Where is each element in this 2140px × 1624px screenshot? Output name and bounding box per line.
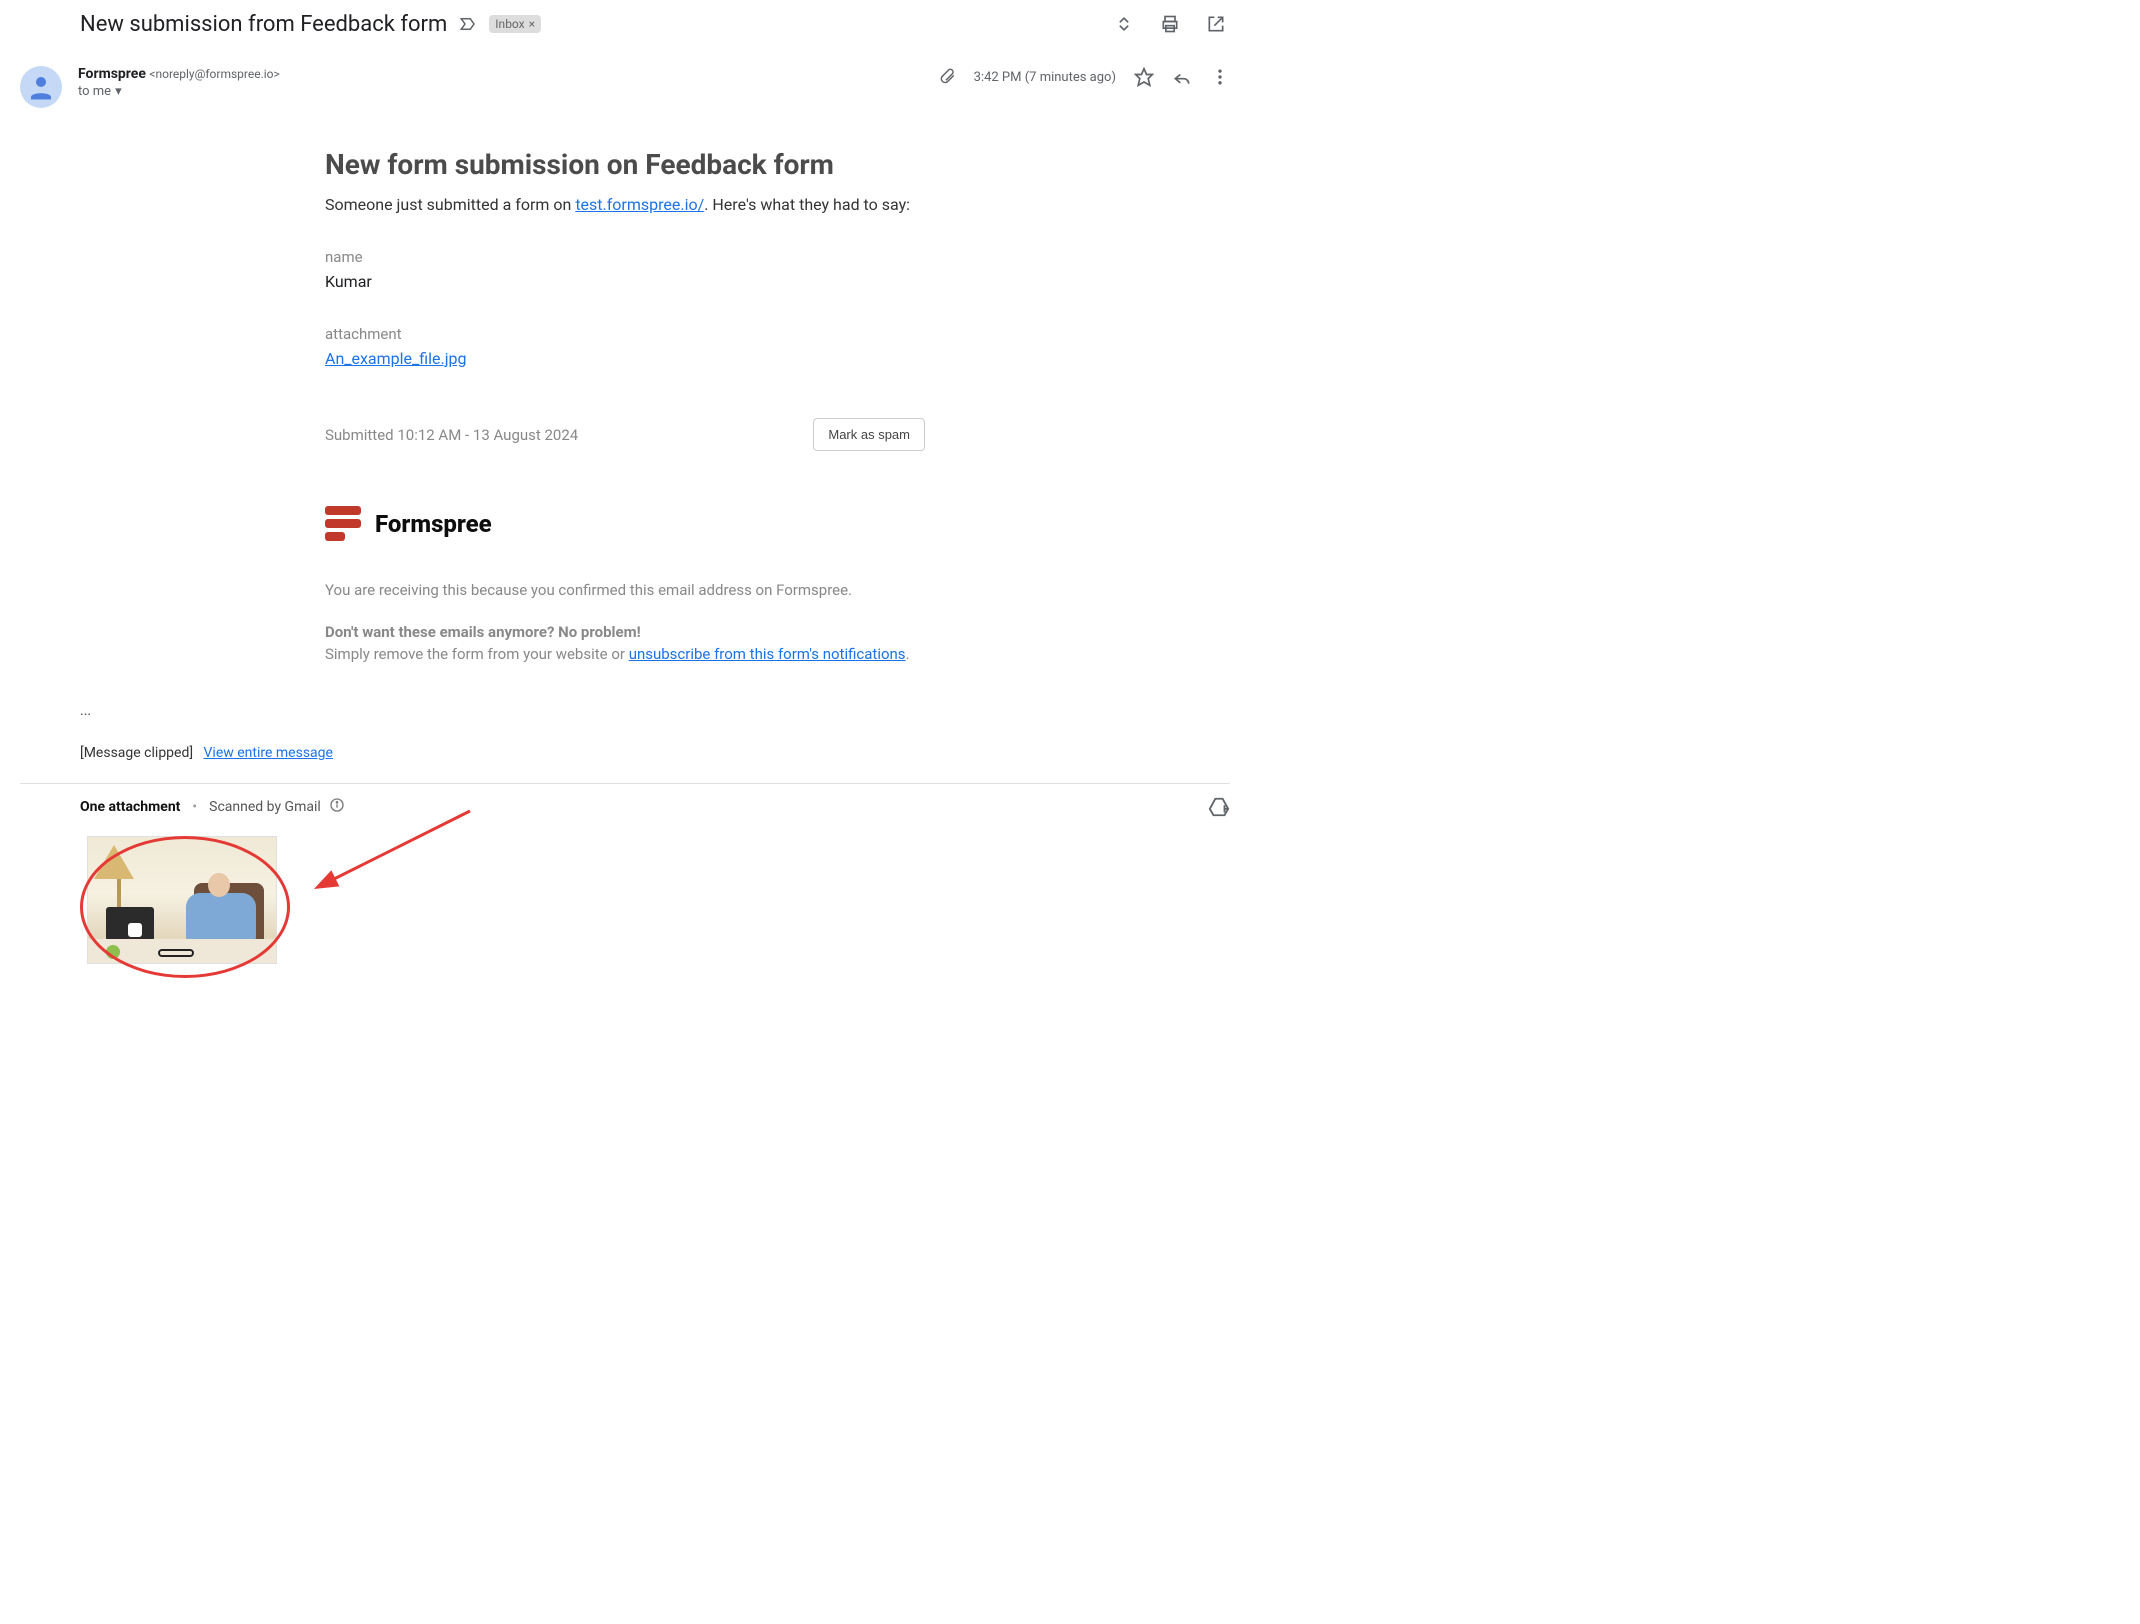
print-button[interactable] (1156, 10, 1184, 38)
sender-name: Formspree (78, 66, 146, 82)
important-marker-icon[interactable] (459, 15, 477, 33)
sender-email: <noreply@formspree.io> (149, 67, 279, 81)
inbox-label-text: Inbox (495, 17, 524, 31)
no-more-heading: Don't want these emails anymore? No prob… (325, 623, 925, 641)
more-actions-button[interactable] (1210, 67, 1230, 87)
unsubscribe-link[interactable]: unsubscribe from this form's notificatio… (629, 645, 906, 663)
field-label-name: name (325, 248, 925, 266)
lede-suffix: . Here's what they had to say: (704, 195, 910, 214)
collapse-all-button[interactable] (1110, 10, 1138, 38)
field-label-attachment: attachment (325, 325, 925, 343)
message-clipped-label: [Message clipped] (80, 745, 193, 761)
mark-as-spam-button[interactable]: Mark as spam (813, 418, 925, 451)
submitted-timestamp: Submitted 10:12 AM - 13 August 2024 (325, 426, 578, 444)
to-line-text: to me (78, 84, 111, 99)
recipients-dropdown[interactable]: to me ▾ (78, 84, 280, 99)
dot-separator (188, 799, 201, 815)
unsub-suffix: . (906, 645, 910, 663)
attachment-thumbnail[interactable] (87, 836, 277, 964)
trimmed-content-ellipsis[interactable]: ... (80, 703, 1230, 719)
open-new-window-button[interactable] (1202, 10, 1230, 38)
inbox-label-remove-icon[interactable]: × (529, 17, 535, 31)
divider (20, 783, 1230, 784)
info-icon[interactable] (329, 797, 345, 817)
add-to-drive-button[interactable] (1208, 796, 1230, 818)
formspree-logo-icon (325, 506, 361, 541)
email-timestamp: 3:42 PM (7 minutes ago) (974, 70, 1116, 85)
field-value-name: Kumar (325, 272, 925, 291)
body-title: New form submission on Feedback form (325, 148, 925, 181)
annotation-arrow-icon (310, 806, 480, 896)
attachment-indicator-icon (938, 66, 956, 88)
form-host-link[interactable]: test.formspree.io/ (575, 195, 704, 214)
star-button[interactable] (1134, 67, 1154, 87)
brand-name: Formspree (375, 510, 492, 538)
lede-prefix: Someone just submitted a form on (325, 195, 575, 214)
unsub-prefix: Simply remove the form from your website… (325, 645, 629, 663)
receiving-note: You are receiving this because you confi… (325, 581, 925, 599)
attachment-link[interactable]: An_example_file.jpg (325, 349, 466, 368)
view-entire-message-link[interactable]: View entire message (204, 745, 333, 761)
attachments-count-label: One attachment (80, 799, 180, 815)
inbox-label-chip[interactable]: Inbox × (489, 15, 541, 33)
avatar[interactable] (20, 66, 62, 108)
scanned-by-label: Scanned by Gmail (209, 799, 321, 815)
chevron-down-icon: ▾ (115, 84, 122, 99)
email-subject: New submission from Feedback form (80, 12, 447, 37)
reply-button[interactable] (1172, 67, 1192, 87)
